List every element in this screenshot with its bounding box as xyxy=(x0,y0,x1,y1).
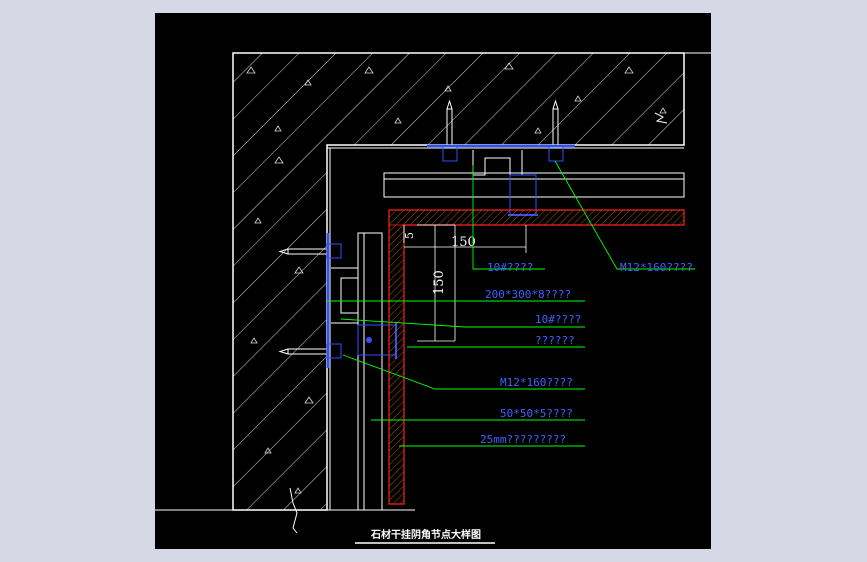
dim-top-width: 150 xyxy=(451,235,476,250)
callout-labels: 10#???? M12*160???? 200*300*8???? 10#???… xyxy=(480,261,693,446)
dim-gap: 5 xyxy=(403,232,416,239)
label-channel-10-top: 10#???? xyxy=(487,261,533,274)
vertical-channel-steel xyxy=(331,232,397,511)
label-bolt-m12-side: M12*160???? xyxy=(500,376,573,389)
label-channel-10-side: 10#???? xyxy=(535,313,581,326)
dim-side-height: 150 xyxy=(432,270,447,295)
label-bolt-m12-top: M12*160???? xyxy=(620,261,693,274)
stone-panels xyxy=(388,209,685,505)
label-unknown-part: ?????? xyxy=(535,334,575,347)
drawing-title-block: 石材干挂阴角节点大样图 xyxy=(355,528,495,544)
drawing-title: 石材干挂阴角节点大样图 xyxy=(370,528,481,541)
cad-drawing-area: 150 150 5 10#???? M12*160???? 200*300*8?… xyxy=(155,13,711,549)
label-angle-50x50: 50*50*5???? xyxy=(500,407,573,420)
detail-drawing: 150 150 5 10#???? M12*160???? 200*300*8?… xyxy=(155,52,711,544)
label-plate-200x300: 200*300*8???? xyxy=(485,288,571,301)
label-stone-25mm: 25mm????????? xyxy=(480,433,566,446)
dimensions: 150 150 5 xyxy=(403,224,527,342)
top-channel-steel xyxy=(383,150,685,216)
